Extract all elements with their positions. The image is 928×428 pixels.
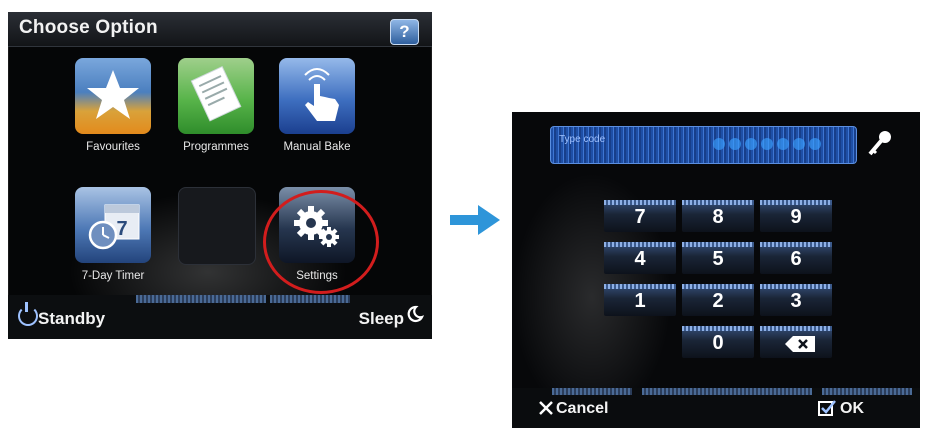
manual-bake-tile[interactable]: Manual Bake — [279, 58, 355, 153]
choose-option-screen: Choose Option ? Favourites Programmes Ma… — [8, 12, 432, 339]
favourites-tile[interactable]: Favourites — [75, 58, 151, 153]
document-icon — [190, 65, 242, 122]
backspace-icon — [785, 336, 815, 352]
seven-day-timer-tile[interactable]: 7 7-Day Timer — [75, 187, 151, 282]
bottom-bar: Standby Sleep — [8, 295, 432, 339]
key-icon — [868, 131, 891, 156]
bar-decoration — [642, 388, 812, 395]
pin-placeholder: Type code — [559, 134, 606, 145]
cancel-label: Cancel — [556, 400, 609, 417]
key-4[interactable]: 4 — [604, 242, 676, 274]
sleep-button[interactable]: Sleep — [312, 295, 432, 339]
tile-label: 7-Day Timer — [81, 270, 145, 282]
key-0[interactable]: 0 — [682, 326, 754, 358]
right-arrow-icon — [450, 205, 500, 235]
moon-icon — [407, 305, 424, 323]
key-5[interactable]: 5 — [682, 242, 754, 274]
ok-label: OK — [840, 400, 864, 417]
close-icon — [539, 401, 553, 415]
sleep-label: Sleep — [358, 309, 404, 328]
star-icon — [87, 70, 139, 119]
key-9[interactable]: 9 — [760, 200, 832, 232]
ok-button[interactable]: OK — [802, 388, 920, 428]
standby-label: Standby — [38, 309, 106, 328]
help-button[interactable]: ? — [390, 19, 419, 45]
programmes-tile[interactable]: Programmes — [178, 58, 254, 153]
cancel-button[interactable]: Cancel — [512, 388, 652, 428]
empty-tile-slot — [178, 187, 256, 265]
bar-decoration — [136, 295, 266, 303]
key-8[interactable]: 8 — [682, 200, 754, 232]
key-6[interactable]: 6 — [760, 242, 832, 274]
pin-entry-screen: Type code 7 8 9 4 5 6 1 2 3 0 Cancel OK — [512, 112, 920, 428]
svg-text:7: 7 — [116, 218, 127, 240]
checkbox-check-icon — [818, 400, 836, 416]
calendar-clock-icon: 7 — [88, 204, 140, 250]
backspace-button[interactable] — [760, 326, 832, 358]
title-bar: Choose Option ? — [8, 12, 432, 47]
key-2[interactable]: 2 — [682, 284, 754, 316]
tile-label: Favourites — [86, 141, 140, 153]
bottom-bar: Cancel OK — [512, 388, 920, 428]
highlight-circle — [263, 190, 379, 294]
standby-button[interactable]: Standby — [8, 295, 128, 339]
key-7[interactable]: 7 — [604, 200, 676, 232]
page-title: Choose Option — [19, 17, 158, 38]
key-1[interactable]: 1 — [604, 284, 676, 316]
pin-input-field[interactable]: Type code — [550, 126, 857, 164]
key-3[interactable]: 3 — [760, 284, 832, 316]
pin-dots — [713, 137, 825, 151]
touch-hand-icon — [304, 68, 339, 121]
tile-label: Programmes — [183, 141, 249, 153]
tile-label: Manual Bake — [283, 141, 351, 153]
